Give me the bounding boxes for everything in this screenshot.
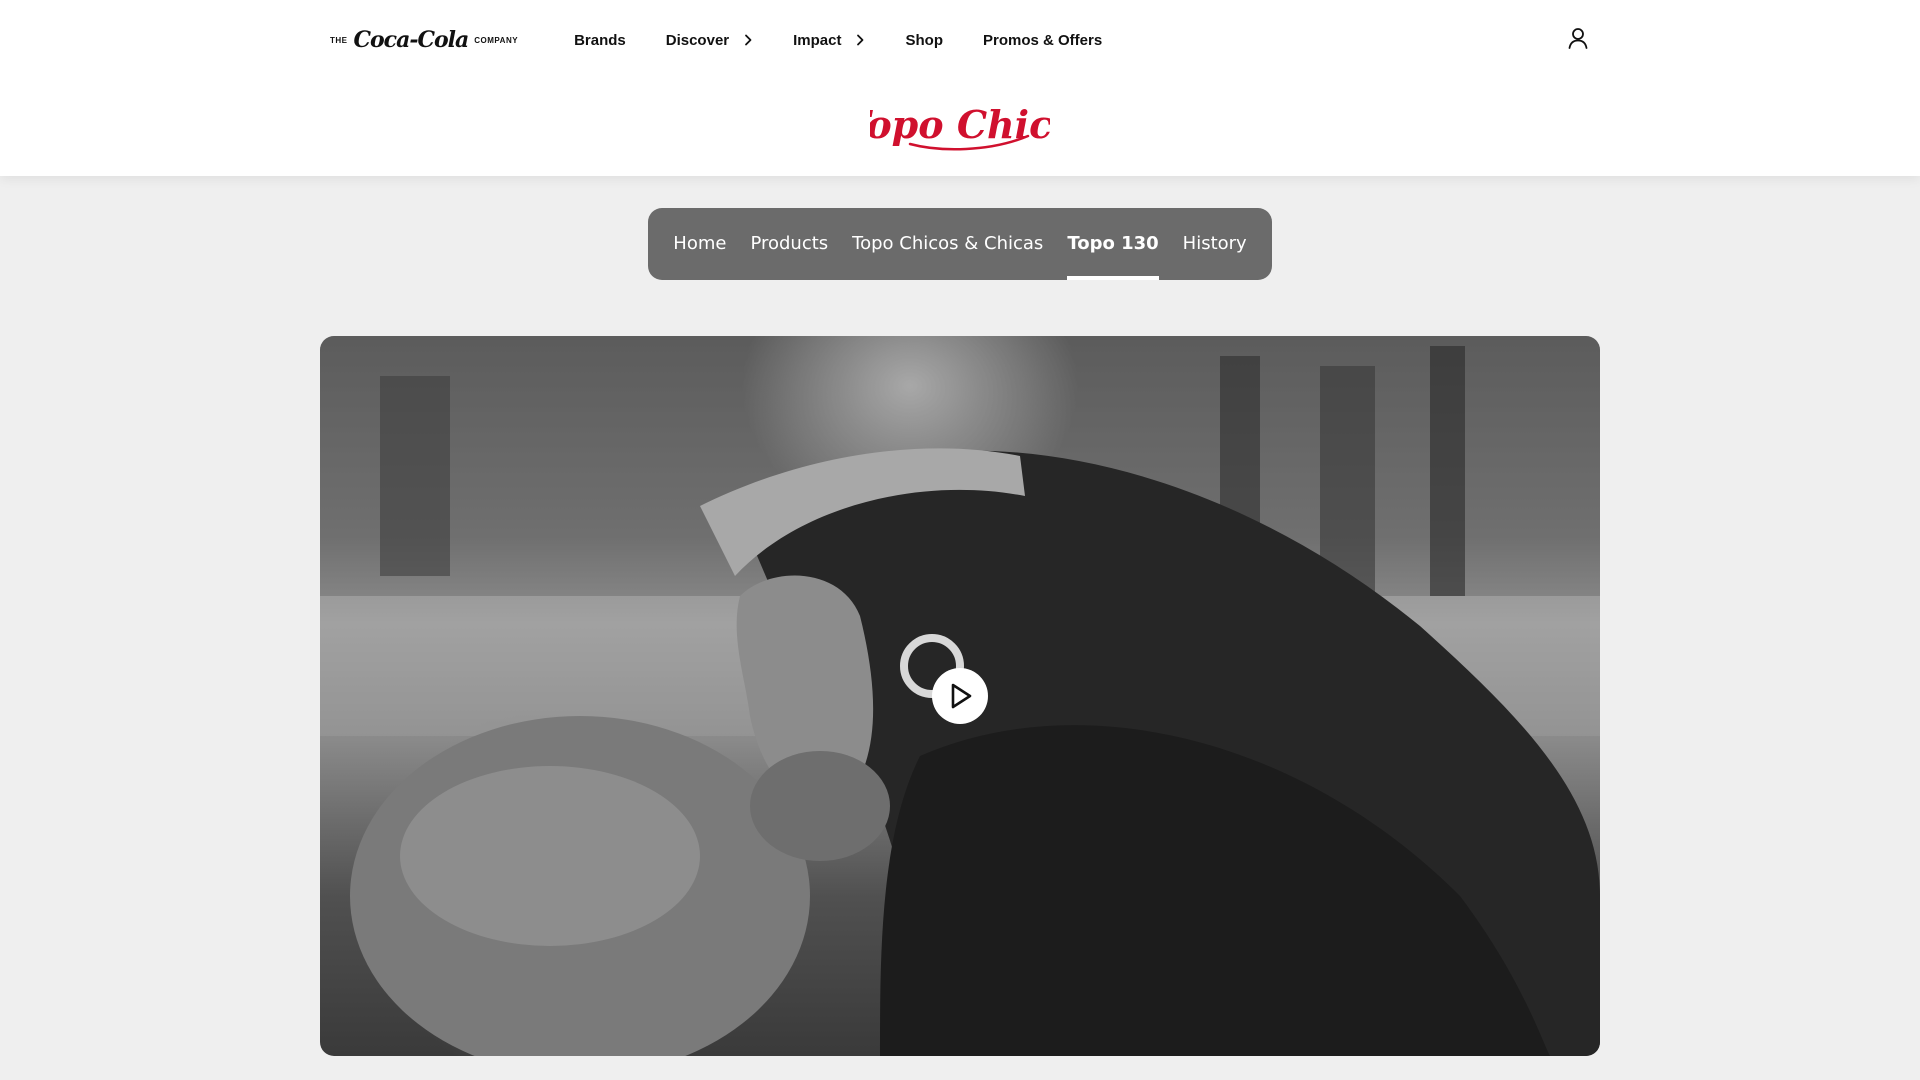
play-icon	[951, 683, 972, 709]
nav-discover[interactable]: Discover	[666, 32, 753, 49]
site-header: THE Coca-Cola COMPANY Brands Discover Im…	[0, 0, 1920, 176]
tab-topo-130[interactable]: Topo 130	[1067, 208, 1160, 280]
nav-brands[interactable]: Brands	[574, 32, 626, 49]
brand-sub-nav: Home Products Topo Chicos & Chicas Topo …	[648, 208, 1272, 280]
global-nav-bar: THE Coca-Cola COMPANY Brands Discover Im…	[330, 22, 1590, 58]
tab-topo-chicos-chicas[interactable]: Topo Chicos & Chicas	[852, 208, 1043, 280]
nav-label: Promos & Offers	[982, 31, 1103, 49]
tab-products[interactable]: Products	[750, 208, 828, 280]
nav-shop[interactable]: Shop	[905, 32, 943, 49]
logo-prefix: THE	[330, 35, 348, 45]
user-icon[interactable]	[1566, 26, 1590, 50]
topo-chico-logo[interactable]: Topo Chico	[870, 100, 1050, 156]
play-button[interactable]	[932, 668, 988, 724]
nav-impact[interactable]: Impact	[793, 32, 865, 49]
nav-label: Impact	[793, 31, 842, 49]
nav-label: Shop	[905, 31, 943, 49]
nav-label: Discover	[665, 31, 730, 49]
global-nav: Brands Discover Impact Shop Promos & Off…	[574, 32, 1102, 49]
logo-script: Coca-Cola	[353, 27, 470, 53]
video-player[interactable]	[320, 336, 1600, 1056]
nav-promos-offers[interactable]: Promos & Offers	[983, 32, 1102, 49]
nav-label: Brands	[574, 31, 626, 49]
chevron-right-icon	[857, 34, 864, 46]
logo-suffix: COMPANY	[474, 35, 519, 45]
brand-logo-text: Topo Chico	[870, 102, 1050, 147]
coca-cola-company-logo[interactable]: THE Coca-Cola COMPANY	[330, 27, 518, 53]
tab-history[interactable]: History	[1183, 208, 1247, 280]
chevron-right-icon	[745, 34, 752, 46]
tab-home[interactable]: Home	[673, 208, 726, 280]
